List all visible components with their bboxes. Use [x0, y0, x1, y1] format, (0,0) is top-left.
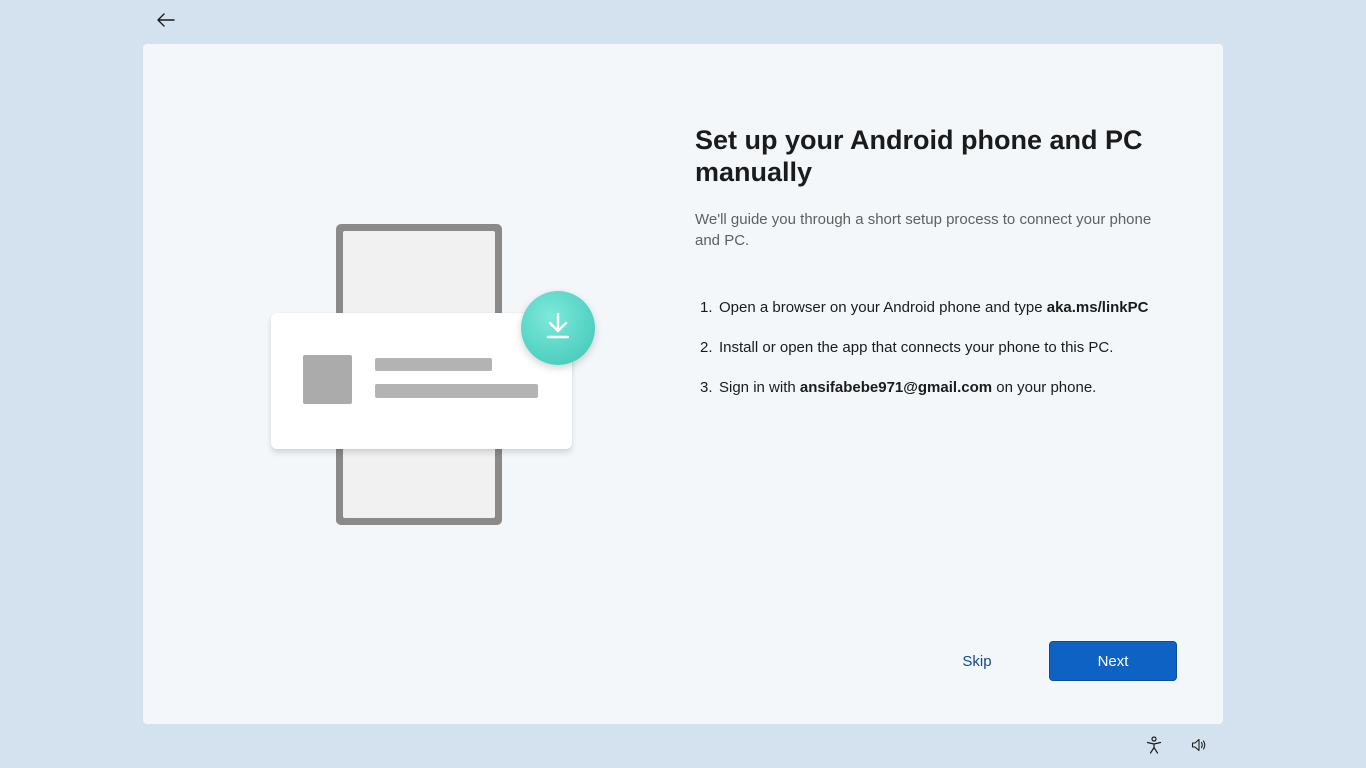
notification-line: [375, 384, 538, 398]
download-icon: [545, 312, 571, 345]
accessibility-button[interactable]: [1142, 735, 1166, 759]
content-panel: Set up your Android phone and PC manuall…: [695, 124, 1195, 418]
steps-list: 1. Open a browser on your Android phone …: [695, 298, 1195, 418]
volume-icon: [1191, 738, 1207, 757]
skip-button[interactable]: Skip: [935, 641, 1019, 681]
phone-illustration: [271, 224, 601, 526]
step-number: 2.: [700, 339, 713, 356]
page-subtitle: We'll guide you through a short setup pr…: [695, 211, 1152, 249]
notification-line: [375, 358, 492, 371]
setup-card: Set up your Android phone and PC manuall…: [143, 44, 1223, 724]
step-number: 1.: [700, 299, 713, 316]
step-item: 3. Sign in with ansifabebe971@gmail.com …: [695, 378, 1195, 418]
arrow-left-icon: [157, 12, 175, 32]
step-text: Open a browser on your Android phone and…: [719, 299, 1149, 316]
step-text: Sign in with ansifabebe971@gmail.com on …: [719, 379, 1097, 396]
link-url: aka.ms/linkPC: [1046, 299, 1149, 316]
next-button[interactable]: Next: [1049, 641, 1177, 681]
back-button[interactable]: [150, 6, 182, 38]
step-text: Install or open the app that connects yo…: [719, 339, 1114, 356]
step-item: 2. Install or open the app that connects…: [695, 338, 1195, 378]
account-email: ansifabebe971@gmail.com: [799, 379, 993, 396]
notification-thumbnail: [303, 355, 352, 404]
volume-button[interactable]: [1187, 735, 1211, 759]
accessibility-icon: [1146, 735, 1162, 759]
download-badge: [521, 291, 595, 365]
page-title: Set up your Android phone and PC manuall…: [695, 125, 1143, 187]
step-item: 1. Open a browser on your Android phone …: [695, 298, 1195, 338]
step-number: 3.: [700, 379, 713, 396]
